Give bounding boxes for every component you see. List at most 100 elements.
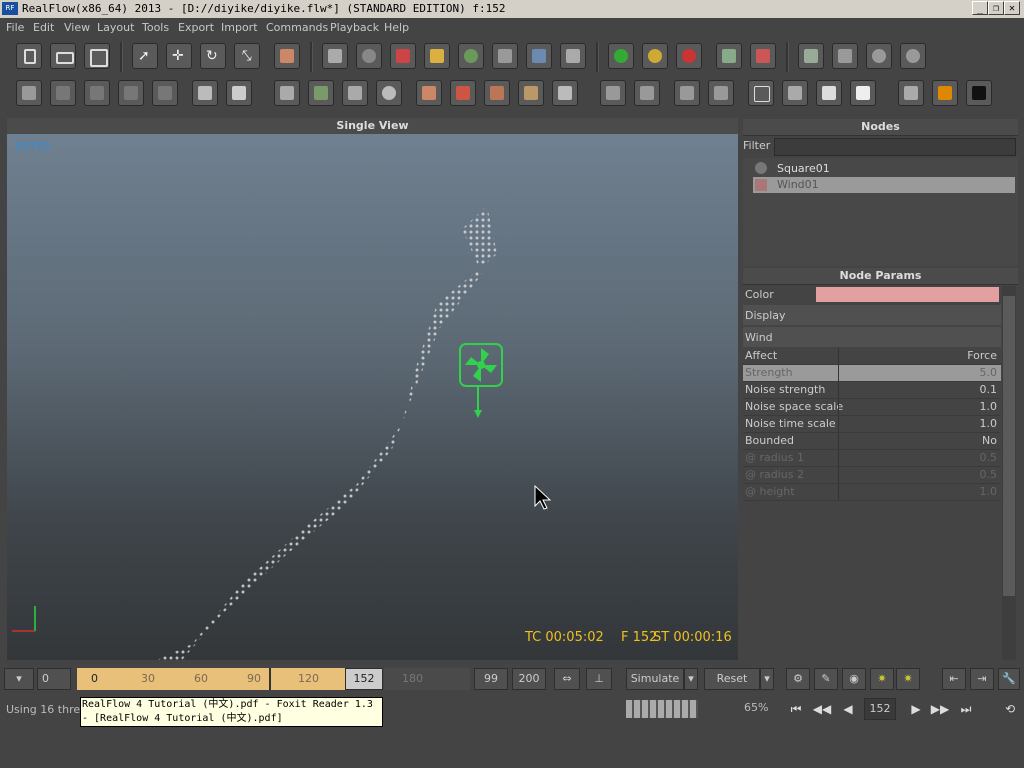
sun-icon-1[interactable]: ✷ <box>870 668 894 690</box>
param-noise-space-row[interactable]: Noise space scale 1.0 <box>743 399 1001 416</box>
param-strength-row[interactable]: Strength 5.0 <box>743 365 1001 382</box>
hourglass-icon[interactable] <box>552 80 578 106</box>
black-render-icon[interactable] <box>966 80 992 106</box>
yellow-light-icon[interactable] <box>642 43 668 69</box>
add-icon[interactable] <box>50 80 76 106</box>
red-light-icon[interactable] <box>676 43 702 69</box>
remove-icon[interactable] <box>118 80 144 106</box>
reset-button[interactable]: Reset <box>704 668 760 690</box>
param-noise-strength-row[interactable]: Noise strength 0.1 <box>743 382 1001 399</box>
timeline-range[interactable]: 0 30 60 90 120 <box>77 668 345 690</box>
cube-orange-icon[interactable] <box>416 80 442 106</box>
wrench-icon[interactable]: 🔧 <box>998 668 1020 690</box>
start-frame-field[interactable]: 0 <box>37 668 71 690</box>
prev-key-icon[interactable]: ◀◀ <box>812 699 832 719</box>
shading-icon-1[interactable] <box>600 80 626 106</box>
node-item-square[interactable]: Square01 <box>753 161 1015 177</box>
play-icon[interactable]: ▶ <box>906 699 926 719</box>
export-icon[interactable] <box>274 80 300 106</box>
dots-icon[interactable] <box>308 80 334 106</box>
end-frame-field[interactable]: 99 <box>474 668 508 690</box>
save-state-icon[interactable] <box>716 43 742 69</box>
axis-icon[interactable] <box>274 43 300 69</box>
smooth-cube-icon[interactable] <box>816 80 842 106</box>
step-back-icon[interactable]: ⇤ <box>942 668 966 690</box>
globe-icon[interactable] <box>900 43 926 69</box>
clock-icon[interactable] <box>866 43 892 69</box>
range-icon[interactable]: ⇔ <box>554 668 580 690</box>
particles-icon[interactable] <box>356 43 382 69</box>
textured-cube-icon[interactable] <box>850 80 876 106</box>
batch-icon[interactable] <box>798 43 824 69</box>
shading-icon-4[interactable] <box>708 80 734 106</box>
spheres-icon[interactable] <box>376 80 402 106</box>
menu-help[interactable]: Help <box>384 21 409 34</box>
box-icon[interactable] <box>192 80 218 106</box>
key-icon[interactable]: ⊥ <box>586 668 612 690</box>
rigid-body-icon[interactable] <box>560 43 586 69</box>
timeline-menu-button[interactable]: ▾ <box>4 668 34 690</box>
current-frame-field[interactable]: 152 <box>345 668 383 690</box>
sun-icon-2[interactable]: ✷ <box>896 668 920 690</box>
mesh-icon[interactable] <box>458 43 484 69</box>
menu-export[interactable]: Export <box>178 21 214 34</box>
layer-icon[interactable] <box>16 80 42 106</box>
load-state-icon[interactable] <box>750 43 776 69</box>
open-icon[interactable] <box>50 43 76 69</box>
section-wind[interactable]: Wind <box>743 327 1001 347</box>
color-swatch[interactable] <box>816 287 999 302</box>
daemon-icon[interactable] <box>390 43 416 69</box>
search-icon[interactable] <box>152 80 178 106</box>
timeline-after[interactable]: 180 <box>384 668 470 690</box>
loop-icon[interactable]: ⟲ <box>1000 699 1020 719</box>
reset-dropdown[interactable]: ▾ <box>760 668 774 690</box>
minimize-button[interactable]: _ <box>972 1 988 15</box>
menu-playback[interactable]: Playback <box>330 21 379 34</box>
gear-icon[interactable]: ⚙ <box>786 668 810 690</box>
wave-icon[interactable] <box>526 43 552 69</box>
save-icon[interactable] <box>84 43 110 69</box>
first-frame-icon[interactable]: ⏮ <box>786 699 806 719</box>
param-noise-time-row[interactable]: Noise time scale 1.0 <box>743 416 1001 433</box>
menu-layout[interactable]: Layout <box>97 21 134 34</box>
object-icon[interactable] <box>424 43 450 69</box>
box-solid-icon[interactable] <box>226 80 252 106</box>
fire-icon[interactable] <box>932 80 958 106</box>
step-forward-icon[interactable]: ⇥ <box>970 668 994 690</box>
script-icon[interactable] <box>832 43 858 69</box>
next-key-icon[interactable]: ▶▶ <box>930 699 950 719</box>
move-icon[interactable]: ✛ <box>166 43 192 69</box>
play-back-icon[interactable]: ◀ <box>838 699 858 719</box>
scale-icon[interactable]: ⤡ <box>234 43 260 69</box>
camera-icon[interactable] <box>492 43 518 69</box>
green-light-icon[interactable] <box>608 43 634 69</box>
emitter-icon[interactable] <box>322 43 348 69</box>
rotate-icon[interactable]: ↻ <box>200 43 226 69</box>
maximize-button[interactable]: ❐ <box>988 1 1004 15</box>
node-item-wind[interactable]: Wind01 <box>753 177 1015 193</box>
params-scrollbar[interactable] <box>1002 286 1016 660</box>
select-icon[interactable]: ➚ <box>132 43 158 69</box>
cube-mix-icon[interactable] <box>484 80 510 106</box>
ruler-icon[interactable] <box>342 80 368 106</box>
last-frame-icon[interactable]: ⏭ <box>956 699 976 719</box>
filter-input[interactable] <box>774 138 1016 156</box>
simulate-dropdown[interactable]: ▾ <box>684 668 698 690</box>
shading-icon-3[interactable] <box>674 80 700 106</box>
max-frame-field[interactable]: 200 <box>512 668 546 690</box>
cube-tan-icon[interactable] <box>518 80 544 106</box>
check-icon[interactable] <box>84 80 110 106</box>
simulate-button[interactable]: Simulate <box>626 668 684 690</box>
param-bounded-row[interactable]: Bounded No <box>743 433 1001 450</box>
section-display[interactable]: Display <box>743 305 1001 325</box>
edit-icon[interactable]: ✎ <box>814 668 838 690</box>
menu-tools[interactable]: Tools <box>142 21 169 34</box>
close-button[interactable]: ✕ <box>1004 1 1020 15</box>
menu-import[interactable]: Import <box>221 21 258 34</box>
wire-cube-icon[interactable] <box>748 80 774 106</box>
viewport[interactable]: persp TC 00:05:02 F 152 ST 00:00:16 <box>7 134 738 660</box>
menu-edit[interactable]: Edit <box>33 21 54 34</box>
scrollbar-thumb[interactable] <box>1003 296 1015 596</box>
menu-view[interactable]: View <box>64 21 90 34</box>
menu-file[interactable]: File <box>6 21 24 34</box>
